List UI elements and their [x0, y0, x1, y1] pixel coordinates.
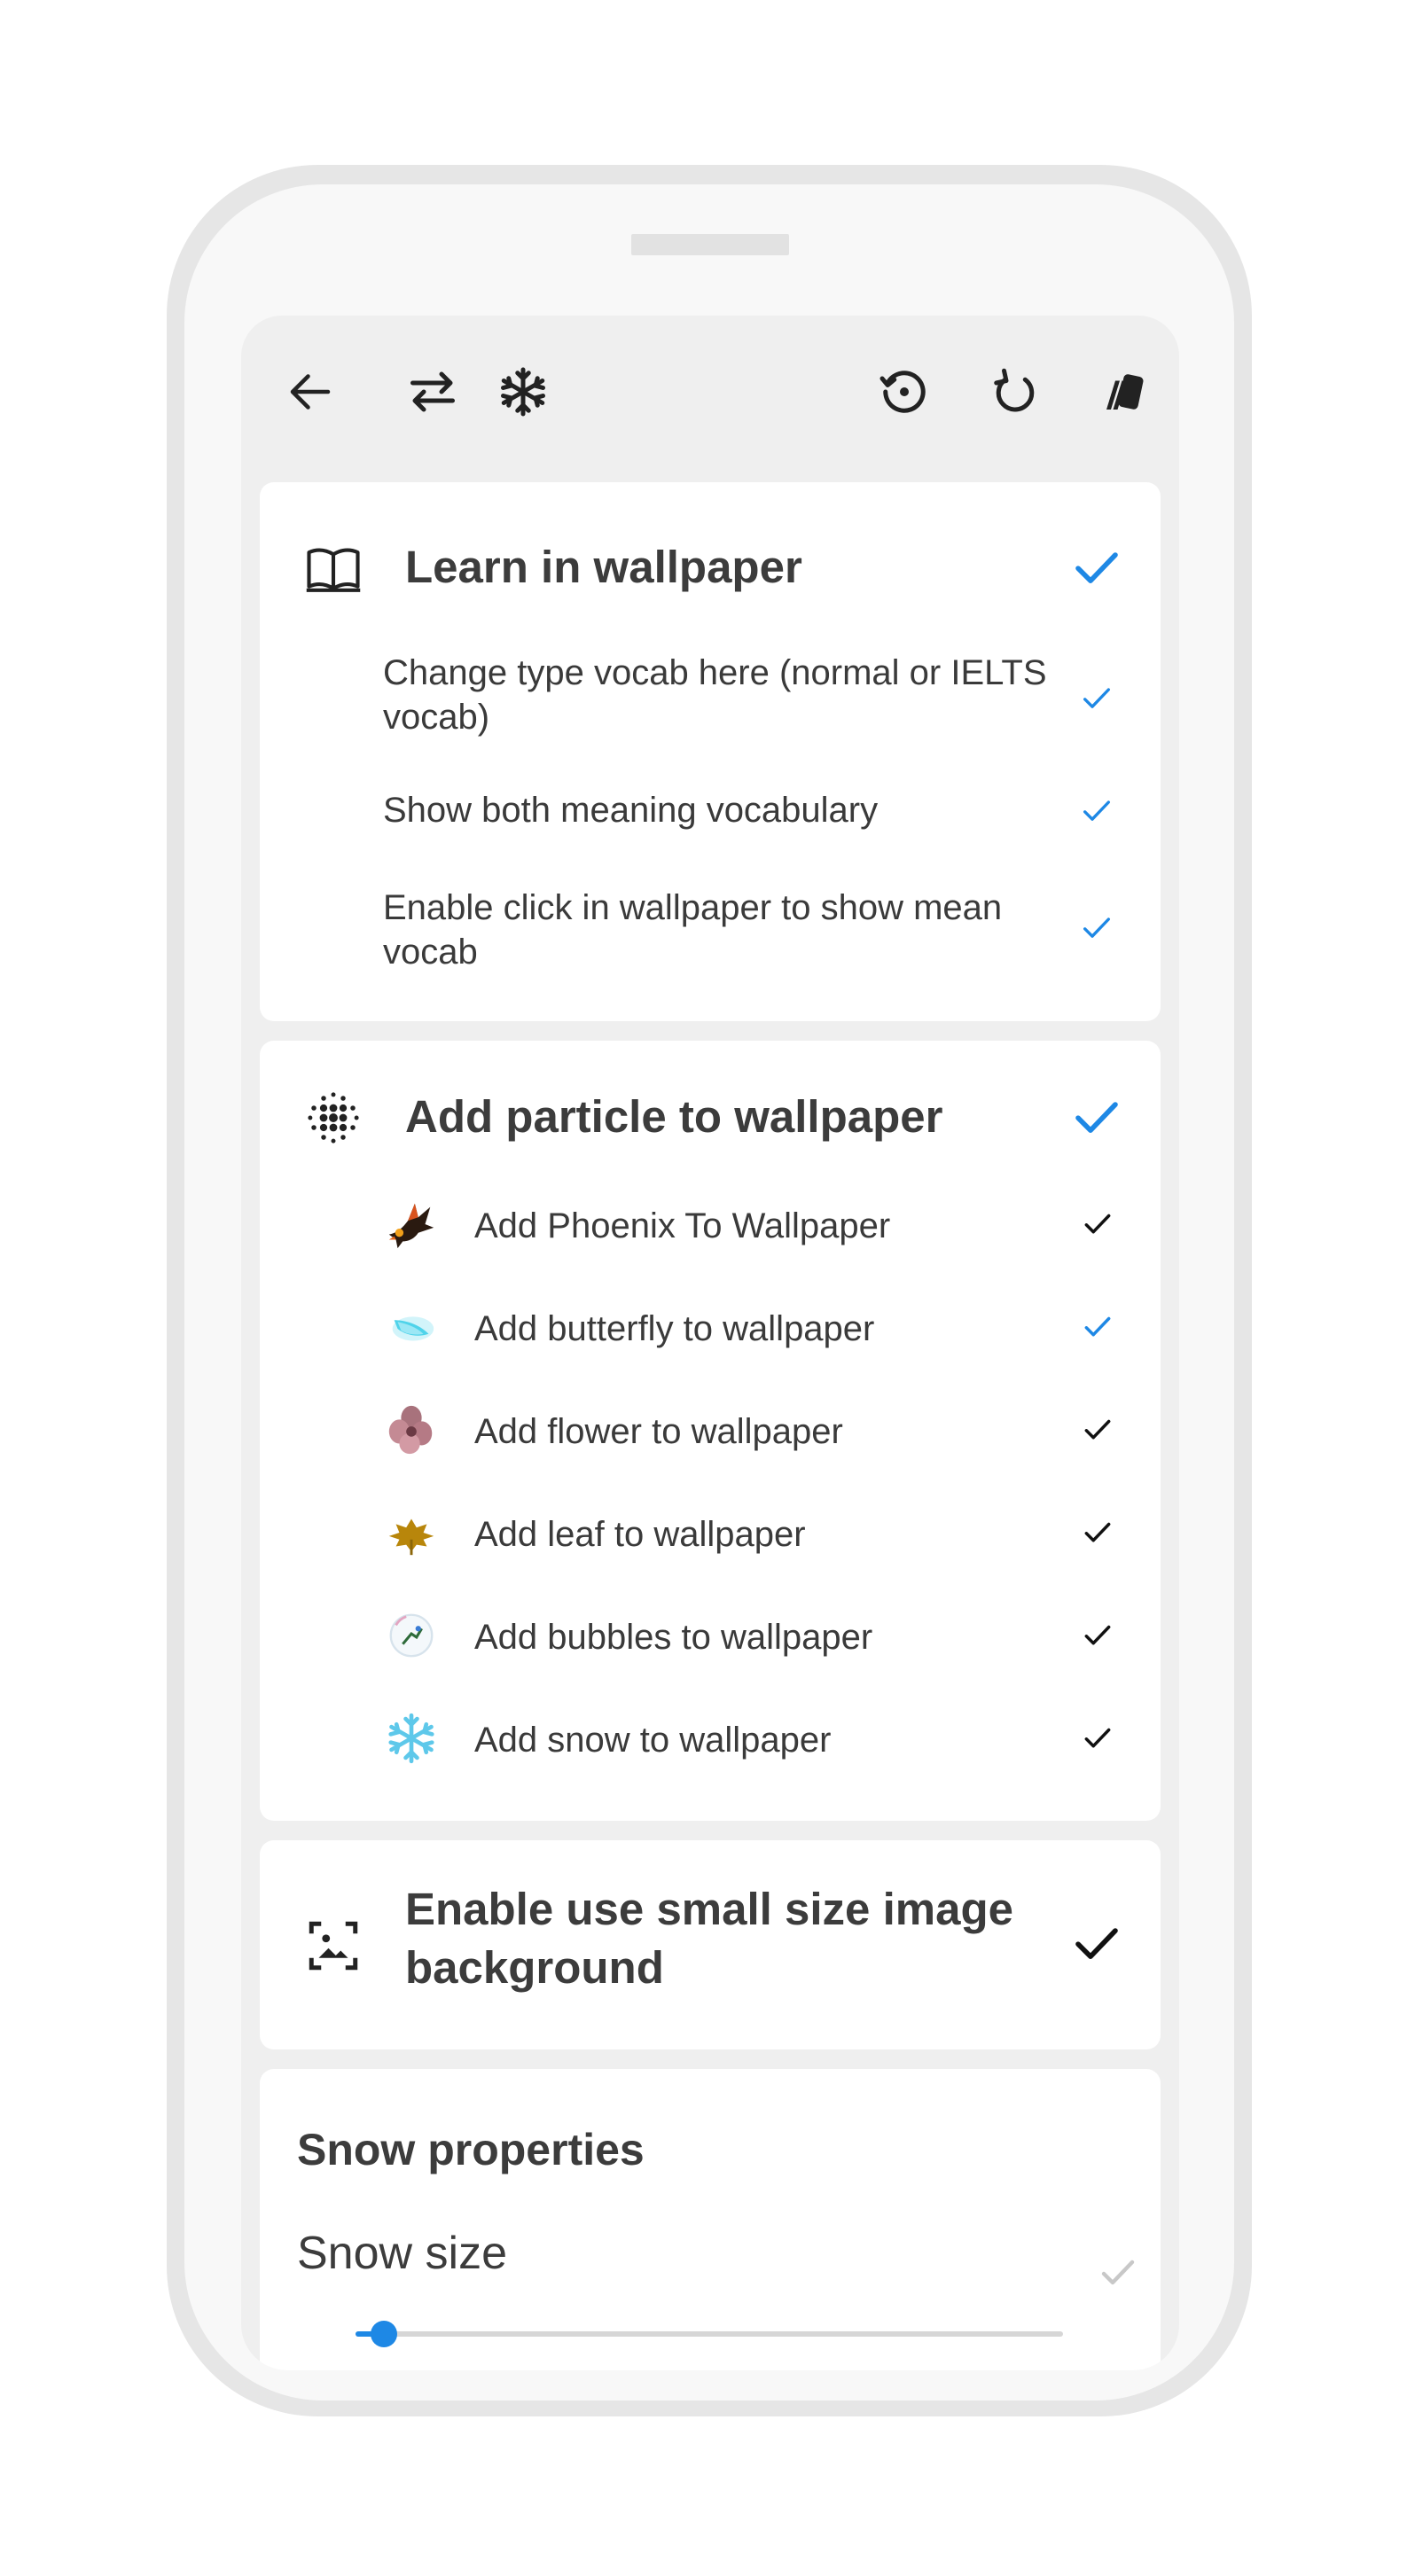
learn-section-check[interactable]	[1072, 543, 1122, 592]
learn-option-check[interactable]	[1079, 681, 1114, 716]
toolbar	[241, 316, 1179, 466]
small-image-title-line1: Enable use small size image	[405, 1884, 1013, 1934]
snow-properties-card: Snow properties Snow size	[260, 2069, 1161, 2370]
snow-icon	[384, 1711, 439, 1766]
phone-speaker	[631, 234, 789, 255]
particle-option-check[interactable]	[1081, 1619, 1114, 1652]
learn-option-label: Show both meaning vocabulary	[383, 791, 879, 830]
bubble-icon	[384, 1608, 439, 1663]
book-icon	[304, 539, 363, 597]
particle-option-label: Add bubbles to wallpaper	[474, 1618, 873, 1657]
learn-option-label: Enable click in wallpaper to show mean v…	[383, 888, 1003, 972]
restore-icon[interactable]	[871, 358, 938, 425]
particle-option-butterfly[interactable]: Add butterfly to wallpaper	[260, 1300, 1161, 1370]
swap-icon[interactable]	[399, 358, 466, 425]
particle-option-flower[interactable]: Add flower to wallpaper	[260, 1402, 1161, 1473]
snowflake-icon[interactable]	[489, 358, 557, 425]
particle-dots-icon	[304, 1089, 363, 1147]
particle-option-snow[interactable]: Add snow to wallpaper	[260, 1711, 1161, 1782]
small-image-background-card[interactable]: Enable use small size image background	[260, 1840, 1161, 2049]
butterfly-icon	[384, 1300, 439, 1354]
add-particle-card: Add particle to wallpaper Add Phoenix To…	[260, 1041, 1161, 1821]
particle-section-title: Add particle to wallpaper	[405, 1091, 943, 1142]
particle-option-phoenix[interactable]: Add Phoenix To Wallpaper	[260, 1197, 1161, 1268]
flower-icon	[384, 1402, 439, 1457]
learn-option-label: Change type vocab here (normal or IELTS …	[383, 653, 1047, 737]
particle-option-label: Add leaf to wallpaper	[474, 1515, 806, 1554]
particle-option-leaf[interactable]: Add leaf to wallpaper	[260, 1505, 1161, 1576]
learn-option-check[interactable]	[1079, 910, 1114, 946]
refresh-icon[interactable]	[981, 358, 1049, 425]
small-image-title-line2: background	[405, 1942, 664, 1993]
snow-size-slider-track[interactable]	[356, 2331, 1063, 2337]
particle-option-label: Add flower to wallpaper	[474, 1412, 843, 1451]
back-arrow-icon[interactable]	[277, 358, 344, 425]
particle-option-check[interactable]	[1081, 1721, 1114, 1755]
particle-option-check[interactable]	[1081, 1207, 1114, 1241]
phoenix-icon	[384, 1197, 439, 1252]
snow-size-label: Snow size	[297, 2228, 507, 2279]
particle-option-check[interactable]	[1081, 1413, 1114, 1447]
snow-size-slider-thumb[interactable]	[371, 2321, 397, 2347]
cards-icon[interactable]	[1091, 358, 1158, 425]
snow-properties-title: Snow properties	[297, 2125, 645, 2174]
particle-option-check[interactable]	[1081, 1516, 1114, 1550]
particle-option-label: Add snow to wallpaper	[474, 1721, 832, 1760]
leaf-icon	[384, 1505, 439, 1560]
particle-option-label: Add Phoenix To Wallpaper	[474, 1206, 891, 1245]
particle-option-label: Add butterfly to wallpaper	[474, 1309, 875, 1348]
learn-in-wallpaper-card: Learn in wallpaper Change type vocab her…	[260, 482, 1161, 1021]
image-frame-icon	[304, 1916, 363, 1975]
snow-size-check[interactable]	[1097, 2252, 1139, 2294]
learn-option-check[interactable]	[1079, 793, 1114, 829]
app-screen: Learn in wallpaper Change type vocab her…	[241, 316, 1179, 2370]
learn-section-title: Learn in wallpaper	[405, 542, 802, 592]
particle-option-bubbles[interactable]: Add bubbles to wallpaper	[260, 1608, 1161, 1679]
particle-option-check[interactable]	[1081, 1310, 1114, 1344]
particle-section-check[interactable]	[1072, 1092, 1122, 1142]
small-image-check[interactable]	[1072, 1918, 1122, 1968]
